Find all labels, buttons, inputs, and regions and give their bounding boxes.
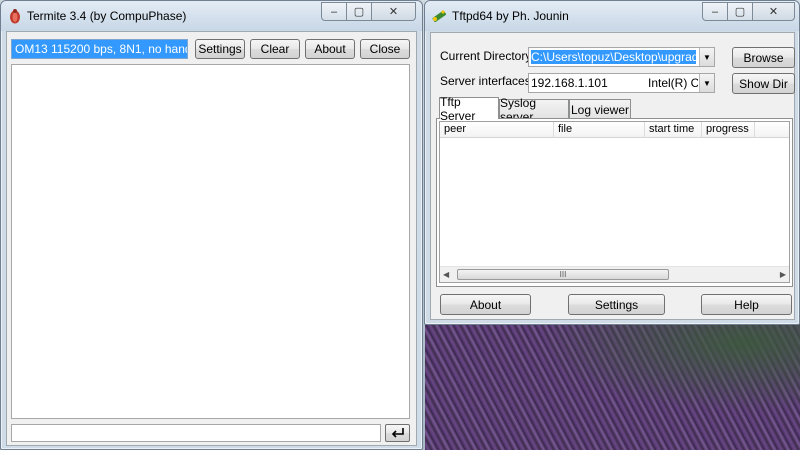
show-dir-label: Show Dir <box>739 76 788 91</box>
send-button[interactable] <box>385 424 410 442</box>
column-header-peer[interactable]: peer <box>440 122 554 138</box>
settings-label: Settings <box>198 42 242 56</box>
close-icon: ✕ <box>388 6 399 18</box>
show-dir-button[interactable]: Show Dir <box>732 73 795 94</box>
minimize-icon: – <box>711 5 719 18</box>
tab-label: Tftp Server <box>440 94 476 123</box>
send-input[interactable] <box>11 424 381 442</box>
clear-label: Clear <box>260 42 290 56</box>
termite-window: Termite 3.4 (by CompuPhase) – ▢ ✕ OM13 1… <box>0 0 423 450</box>
maximize-icon: ▢ <box>734 6 746 18</box>
maximize-button[interactable]: ▢ <box>727 2 753 21</box>
chevron-down-icon[interactable]: ▼ <box>699 48 714 66</box>
transfers-listview[interactable]: peer file start time progress ◀ III ▶ <box>439 121 790 283</box>
about-button[interactable]: About <box>440 294 531 315</box>
column-header-progress[interactable]: progress <box>702 122 755 138</box>
current-directory-value: C:\Users\topuz\Desktop\upgrade.fol <box>531 50 696 64</box>
minimize-icon: – <box>330 5 338 18</box>
about-label: About <box>469 297 502 312</box>
column-header-file[interactable]: file <box>554 122 645 138</box>
column-header-label: start time <box>649 123 695 135</box>
column-header-start-time[interactable]: start time <box>645 122 702 138</box>
maximize-button[interactable]: ▢ <box>346 2 372 21</box>
tftpd64-app-icon <box>432 10 447 23</box>
current-directory-label: Current Directory <box>440 49 532 63</box>
close-button[interactable]: ✕ <box>752 2 795 21</box>
browse-label: Browse <box>743 50 784 65</box>
close-button[interactable]: ✕ <box>371 2 416 21</box>
clear-button[interactable]: Clear <box>250 39 300 59</box>
tftpd64-client-area: Current Directory C:\Users\topuz\Desktop… <box>430 32 795 320</box>
port-settings-field[interactable]: OM13 115200 bps, 8N1, no handshak <box>11 39 188 59</box>
column-header-label: peer <box>444 123 467 135</box>
close-label: Close <box>369 42 401 56</box>
column-header-filler <box>755 122 789 138</box>
about-button[interactable]: About <box>305 39 355 59</box>
tab-syslog-server[interactable]: Syslog server <box>499 96 569 124</box>
scroll-right-icon[interactable]: ▶ <box>780 270 786 279</box>
settings-label: Settings <box>594 297 639 312</box>
return-arrow-icon <box>391 428 404 438</box>
desktop-wallpaper <box>425 324 800 450</box>
chevron-down-icon[interactable]: ▼ <box>699 74 714 92</box>
column-header-label: progress <box>706 123 749 135</box>
about-label: About <box>314 42 346 56</box>
tftp-server-panel: peer file start time progress ◀ III ▶ <box>436 118 793 287</box>
browse-button[interactable]: Browse <box>732 47 795 68</box>
help-button[interactable]: Help <box>701 294 792 315</box>
maximize-icon: ▢ <box>353 6 365 18</box>
termite-title: Termite 3.4 (by CompuPhase) <box>27 9 187 23</box>
horizontal-scrollbar[interactable]: ◀ III ▶ <box>440 266 789 282</box>
termite-titlebar[interactable]: Termite 3.4 (by CompuPhase) – ▢ ✕ <box>1 1 422 31</box>
settings-button[interactable]: Settings <box>568 294 665 315</box>
port-settings-text: OM13 115200 bps, 8N1, no handshak <box>15 42 187 56</box>
help-label: Help <box>734 297 759 312</box>
settings-button[interactable]: Settings <box>195 39 245 59</box>
server-ip-value: 192.168.1.101 <box>531 76 608 90</box>
tftpd64-titlebar[interactable]: Tftpd64 by Ph. Jounin – ▢ ✕ <box>425 1 799 31</box>
close-icon: ✕ <box>768 6 779 18</box>
minimize-button[interactable]: – <box>702 2 728 21</box>
tftpd64-title: Tftpd64 by Ph. Jounin <box>452 9 569 23</box>
tftpd64-window: Tftpd64 by Ph. Jounin – ▢ ✕ Current Dire… <box>424 0 800 325</box>
current-directory-combo[interactable]: C:\Users\topuz\Desktop\upgrade.fol ▼ <box>528 47 715 67</box>
close-app-button[interactable]: Close <box>360 39 410 59</box>
terminal-output-area[interactable] <box>11 64 410 419</box>
termite-client-area: OM13 115200 bps, 8N1, no handshak Settin… <box>6 31 417 446</box>
server-adapter-value: Intel(R) Cer <box>648 76 698 90</box>
server-interfaces-combo[interactable]: 192.168.1.101 Intel(R) Cer ▼ <box>528 73 715 93</box>
scroll-grip: III <box>559 270 567 279</box>
tab-log-viewer[interactable]: Log viewer <box>569 99 631 119</box>
tab-tftp-server[interactable]: Tftp Server <box>439 95 499 123</box>
minimize-button[interactable]: – <box>321 2 347 21</box>
termite-app-icon <box>10 9 20 24</box>
column-header-label: file <box>558 123 573 135</box>
scroll-left-icon[interactable]: ◀ <box>443 270 449 279</box>
tab-label: Log viewer <box>570 102 630 117</box>
server-interfaces-label: Server interfaces <box>440 74 531 88</box>
scrollbar-thumb[interactable]: III <box>457 269 669 280</box>
